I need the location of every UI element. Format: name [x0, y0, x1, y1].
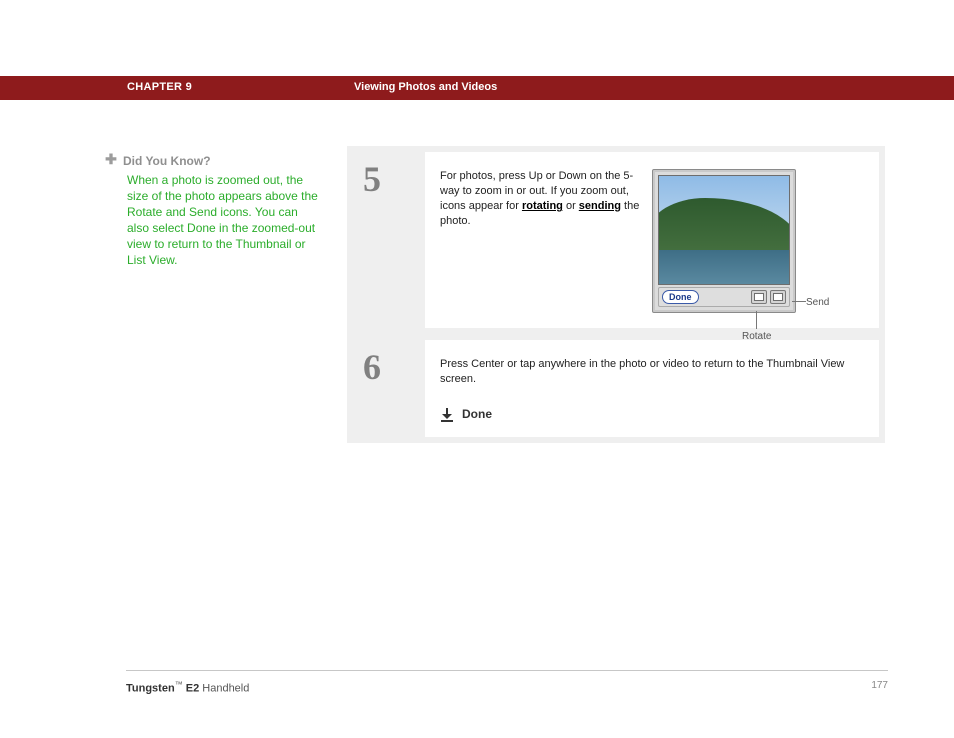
device-toolbar: Done — [658, 287, 790, 307]
done-label: Done — [462, 407, 492, 422]
send-icon[interactable] — [770, 290, 786, 304]
done-arrow-icon — [440, 408, 454, 422]
device-screenshot: 15K Done Send Rotat — [652, 169, 862, 313]
footer-model: E2 — [183, 683, 203, 695]
sending-link[interactable]: sending — [579, 200, 621, 212]
step-6: 6 Press Center or tap anywhere in the ph… — [347, 334, 885, 443]
photo-water — [659, 250, 789, 284]
tm-symbol: ™ — [175, 680, 183, 689]
callout-line — [792, 301, 806, 302]
photo-viewport — [658, 175, 790, 285]
steps-region: 5 For photos, press Up or Down on the 5-… — [347, 146, 885, 443]
plus-icon: ✚ — [105, 152, 117, 166]
footer-product: Tungsten™ E2 Handheld — [126, 680, 249, 695]
step-body: Press Center or tap anywhere in the phot… — [425, 340, 879, 437]
step-text: Press Center or tap anywhere in the phot… — [440, 357, 862, 387]
handheld-frame: 15K Done — [652, 169, 796, 313]
step-number-column: 5 — [347, 146, 425, 334]
page-number: 177 — [871, 680, 888, 691]
done-indicator: Done — [440, 407, 862, 422]
footer-brand: Tungsten — [126, 683, 175, 695]
step-number: 5 — [347, 146, 425, 200]
tip-heading: Did You Know? — [123, 154, 211, 168]
callout-line — [756, 311, 757, 329]
chapter-label: CHAPTER 9 — [127, 81, 192, 93]
chapter-title: Viewing Photos and Videos — [354, 81, 497, 93]
send-callout: Send — [806, 295, 829, 310]
footer-word: Handheld — [202, 683, 249, 695]
t-mid: or — [563, 200, 579, 212]
did-you-know-tip: ✚ Did You Know? When a photo is zoomed ou… — [105, 152, 320, 268]
step-body: For photos, press Up or Down on the 5-wa… — [425, 152, 879, 328]
rotating-link[interactable]: rotating — [522, 200, 563, 212]
step-5: 5 For photos, press Up or Down on the 5-… — [347, 146, 885, 334]
footer-rule — [126, 670, 888, 671]
step-number: 6 — [347, 334, 425, 388]
step-text: For photos, press Up or Down on the 5-wa… — [440, 169, 640, 313]
rotate-icon[interactable] — [751, 290, 767, 304]
device-icon-group — [751, 290, 786, 304]
tip-body: When a photo is zoomed out, the size of … — [127, 172, 320, 268]
device-done-button[interactable]: Done — [662, 290, 699, 304]
manual-page: CHAPTER 9 Viewing Photos and Videos ✚ Did… — [0, 0, 954, 738]
step-number-column: 6 — [347, 334, 425, 443]
